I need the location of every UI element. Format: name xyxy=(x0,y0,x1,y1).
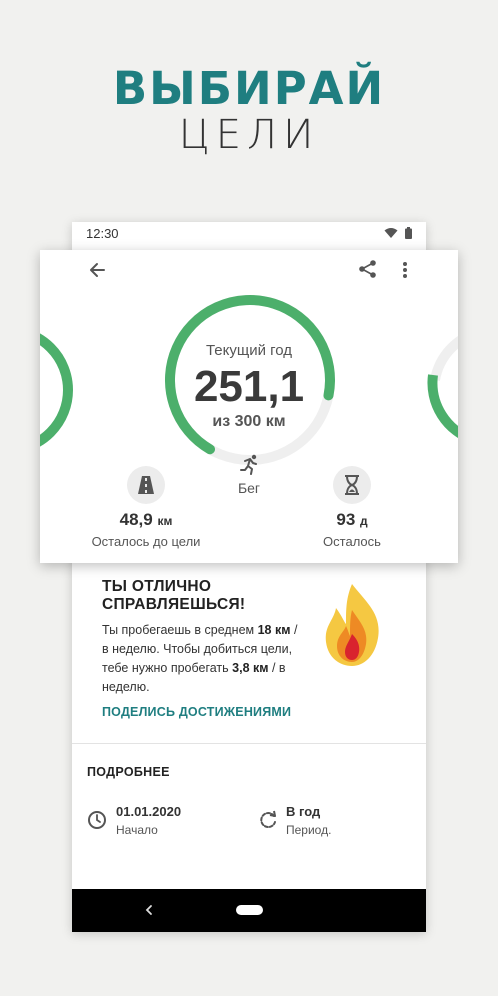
flame-icon xyxy=(325,584,379,666)
motivation-text: Ты пробегаешь в среднем 18 км / в неделю… xyxy=(102,623,298,694)
goal-sport: Бег xyxy=(237,480,261,496)
goal-value: 251,1 xyxy=(193,362,305,411)
clock-icon xyxy=(88,811,106,829)
goal-period-label: Текущий год xyxy=(205,342,293,359)
road-icon xyxy=(138,476,154,494)
promo-title: ВЫБИРАЙ xyxy=(112,62,386,115)
hourglass-icon-bg xyxy=(333,466,371,504)
period-label: Период. xyxy=(286,823,332,837)
nav-home-pill[interactable] xyxy=(236,905,263,915)
period-value: В год xyxy=(286,804,321,819)
share-achievements-link[interactable]: ПОДЕЛИСЬ ДОСТИЖЕНИЯМИ xyxy=(102,705,291,719)
wifi-icon xyxy=(384,228,398,238)
start-date-value: 01.01.2020 xyxy=(116,804,182,819)
system-nav-bar xyxy=(72,889,426,932)
remaining-distance-value: 48,9 км xyxy=(119,510,173,529)
remaining-distance-label: Осталось до цели xyxy=(91,534,201,549)
nav-back-icon[interactable] xyxy=(144,904,154,916)
goal-target: из 300 км xyxy=(212,413,286,430)
section-divider xyxy=(72,743,426,744)
start-date-label: Начало xyxy=(116,823,158,837)
goal-card: Текущий год 251,1 из 300 км Бег 48,9 км … xyxy=(40,250,458,563)
hourglass-icon xyxy=(345,475,359,495)
road-icon-bg xyxy=(127,466,165,504)
battery-icon xyxy=(405,227,412,239)
repeat-icon xyxy=(260,810,276,829)
status-bar: 12:30 xyxy=(72,222,426,246)
remaining-days-label: Осталось xyxy=(323,534,381,549)
promo-subtitle: ЦЕЛИ xyxy=(178,112,320,158)
remaining-days-value: 93 д xyxy=(336,510,368,529)
status-time: 12:30 xyxy=(86,226,119,241)
motivation-title: ТЫ ОТЛИЧНО СПРАВЛЯЕШЬСЯ! xyxy=(102,578,246,613)
details-heading: ПОДРОБНЕЕ xyxy=(87,765,170,779)
running-icon xyxy=(240,454,257,475)
